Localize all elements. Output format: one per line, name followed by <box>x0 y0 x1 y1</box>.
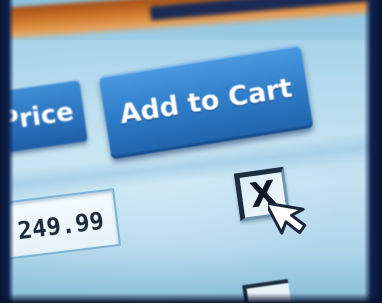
arrow-cursor-icon <box>268 201 307 235</box>
photo-scene: Price Add to Cart 249.99 X <box>0 0 382 303</box>
monitor-bezel-left <box>0 0 14 303</box>
monitor-bezel-bottom <box>0 293 382 303</box>
monitor-bezel-right <box>364 0 382 303</box>
